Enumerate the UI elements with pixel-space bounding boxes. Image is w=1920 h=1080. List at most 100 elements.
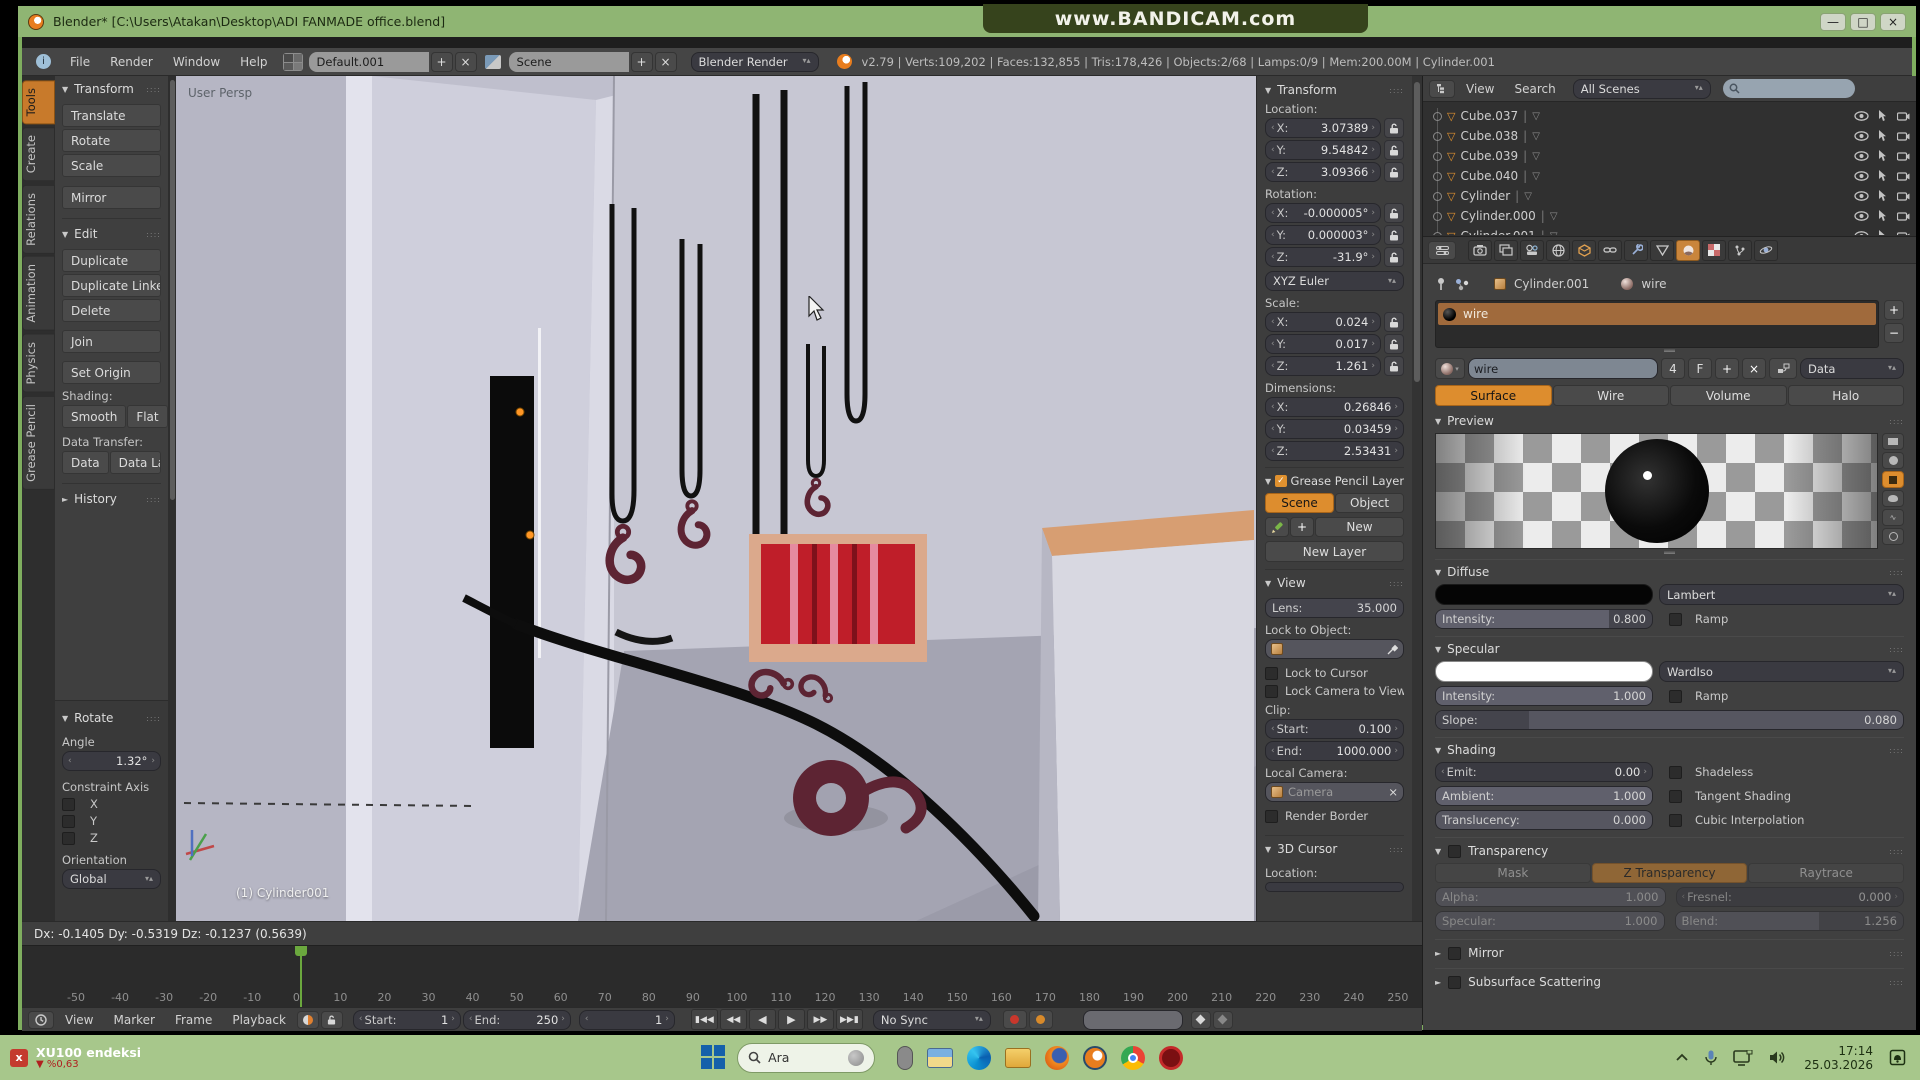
- list-resize-grip[interactable]: ══: [1435, 348, 1904, 356]
- notification-bell-icon[interactable]: [1889, 1049, 1906, 1066]
- transparency-panel-header[interactable]: ▼Transparency::::: [1435, 837, 1904, 858]
- screen-layout-icon[interactable]: [283, 53, 303, 71]
- menu-file[interactable]: File: [61, 55, 99, 69]
- preview-panel-header[interactable]: ▼Preview::::: [1435, 414, 1904, 428]
- tab-particles-icon[interactable]: [1728, 240, 1752, 261]
- microphone-icon[interactable]: [1705, 1050, 1717, 1066]
- number-field[interactable]: ‹Z:2.53431›: [1265, 441, 1404, 461]
- taskbar-file-explorer-icon[interactable]: [927, 1048, 953, 1068]
- gp-new-layer-button[interactable]: New Layer: [1265, 541, 1404, 562]
- lock-to-cursor-checkbox[interactable]: [1265, 667, 1278, 680]
- layout-selector[interactable]: Default.001: [309, 52, 429, 72]
- lock-camera-checkbox[interactable]: [1265, 685, 1278, 698]
- type-wire-button[interactable]: Wire: [1553, 385, 1670, 406]
- visibility-eye-icon[interactable]: [1854, 211, 1869, 221]
- angle-field[interactable]: ‹1.32°›: [62, 751, 161, 771]
- visibility-eye-icon[interactable]: [1854, 171, 1869, 181]
- tab-animation[interactable]: Animation: [22, 256, 55, 331]
- specular-panel-header[interactable]: ▼Specular::::: [1435, 636, 1904, 656]
- close-button[interactable]: ×: [1880, 13, 1906, 31]
- transparency-checkbox[interactable]: [1448, 845, 1461, 858]
- number-field[interactable]: ‹X:0.26846›: [1265, 397, 1404, 417]
- delete-button[interactable]: Delete: [62, 299, 161, 322]
- tab-render-layers-icon[interactable]: [1494, 240, 1518, 261]
- expand-icon[interactable]: [1433, 212, 1442, 221]
- expand-icon[interactable]: [1433, 232, 1442, 236]
- selectability-cursor-icon[interactable]: [1878, 230, 1888, 235]
- end-frame-field[interactable]: ‹End:250›: [463, 1010, 571, 1030]
- selectability-cursor-icon[interactable]: [1878, 130, 1888, 142]
- axis-x-checkbox[interactable]: [62, 798, 75, 811]
- tab-tools[interactable]: Tools: [22, 80, 55, 124]
- diffuse-panel-header[interactable]: ▼Diffuse::::: [1435, 559, 1904, 579]
- node-editor-icon[interactable]: [1769, 358, 1797, 379]
- preview-cube-icon[interactable]: [1882, 471, 1904, 488]
- selectability-cursor-icon[interactable]: [1878, 190, 1888, 202]
- timeline-menu-playback[interactable]: Playback: [223, 1013, 295, 1027]
- cubic-interpolation-checkbox[interactable]: [1669, 814, 1682, 827]
- next-keyframe-icon[interactable]: ▶▶: [807, 1009, 834, 1030]
- panel-history-header[interactable]: ►History::::: [62, 492, 161, 506]
- fresnel-field[interactable]: ‹Fresnel:0.000›: [1676, 887, 1905, 907]
- insert-key-icon[interactable]: [1191, 1011, 1211, 1029]
- taskbar-edge-icon[interactable]: [967, 1046, 991, 1070]
- outliner-search-field[interactable]: [1723, 79, 1855, 98]
- expand-icon[interactable]: [1433, 192, 1442, 201]
- lock-frame-icon[interactable]: [321, 1011, 343, 1029]
- transparency-specular-slider[interactable]: Specular:1.000: [1435, 911, 1665, 931]
- renderability-camera-icon[interactable]: [1897, 171, 1910, 181]
- translucency-slider[interactable]: Translucency:0.000: [1435, 810, 1653, 830]
- timeline-menu-marker[interactable]: Marker: [104, 1013, 163, 1027]
- properties-type-icon[interactable]: [1428, 241, 1456, 260]
- slot-add-button[interactable]: +: [1884, 300, 1904, 320]
- lock-icon[interactable]: [1384, 312, 1404, 332]
- engine-selector[interactable]: Blender Render▾▴: [691, 52, 819, 72]
- menu-render[interactable]: Render: [101, 55, 162, 69]
- outliner-row[interactable]: ▽ Cylinder.001 | ▽: [1423, 226, 1916, 235]
- number-field[interactable]: ‹Z:1.261›: [1265, 356, 1381, 376]
- tab-world-icon[interactable]: [1546, 240, 1570, 261]
- sss-checkbox[interactable]: [1448, 976, 1461, 989]
- gp-pencil-icon[interactable]: [1265, 517, 1289, 537]
- selectability-cursor-icon[interactable]: [1878, 170, 1888, 182]
- preview-range-icon[interactable]: [297, 1011, 319, 1029]
- transparency-raytrace-button[interactable]: Raytrace: [1748, 863, 1904, 883]
- renderability-camera-icon[interactable]: [1897, 211, 1910, 221]
- clip-end-field[interactable]: ‹End:1000.000›: [1265, 741, 1404, 761]
- record-icon[interactable]: [1003, 1010, 1027, 1029]
- tab-create[interactable]: Create: [22, 127, 55, 181]
- translate-button[interactable]: Translate: [62, 104, 161, 127]
- number-field[interactable]: ‹X:-0.000005°›: [1265, 203, 1381, 223]
- set-origin-button[interactable]: Set Origin: [62, 361, 161, 384]
- jump-to-end-icon[interactable]: ▶▶▮: [836, 1009, 863, 1030]
- speaker-icon[interactable]: [1769, 1050, 1788, 1065]
- tab-grease-pencil[interactable]: Grease Pencil: [22, 396, 55, 490]
- number-field[interactable]: ‹X:0.024›: [1265, 312, 1381, 332]
- node-tree-icon[interactable]: [1455, 278, 1470, 291]
- scene-selector[interactable]: Scene: [509, 52, 629, 72]
- visibility-eye-icon[interactable]: [1854, 151, 1869, 161]
- join-button[interactable]: Join: [62, 330, 161, 353]
- local-camera-field[interactable]: Camera×: [1265, 782, 1404, 802]
- viewport-3d[interactable]: User Persp (1) Cylinder001: [176, 76, 1256, 921]
- lock-icon[interactable]: [1384, 356, 1404, 376]
- clip-start-field[interactable]: ‹Start:0.100›: [1265, 719, 1404, 739]
- jump-to-start-icon[interactable]: ▮◀◀: [691, 1009, 718, 1030]
- taskbar-chrome-icon[interactable]: [1121, 1046, 1145, 1070]
- play-icon[interactable]: ▶: [778, 1009, 805, 1030]
- keying-set-field[interactable]: [1083, 1010, 1183, 1030]
- lens-slider[interactable]: Lens:35.000: [1265, 598, 1404, 618]
- mirror-button[interactable]: Mirror: [62, 186, 161, 209]
- outliner-type-icon[interactable]: [1429, 80, 1455, 98]
- lock-icon[interactable]: [1384, 225, 1404, 245]
- tab-relations[interactable]: Relations: [22, 185, 55, 254]
- outliner-menu-view[interactable]: View: [1457, 82, 1503, 96]
- visibility-eye-icon[interactable]: [1854, 131, 1869, 141]
- lock-icon[interactable]: [1384, 162, 1404, 182]
- orientation-dropdown[interactable]: Global▾▴: [62, 869, 161, 889]
- delete-key-icon[interactable]: [1213, 1011, 1233, 1029]
- specular-color-swatch[interactable]: [1435, 661, 1653, 682]
- prev-keyframe-icon[interactable]: ◀◀: [720, 1009, 747, 1030]
- shading-panel-header[interactable]: ▼Shading::::: [1435, 737, 1904, 757]
- renderability-camera-icon[interactable]: [1897, 191, 1910, 201]
